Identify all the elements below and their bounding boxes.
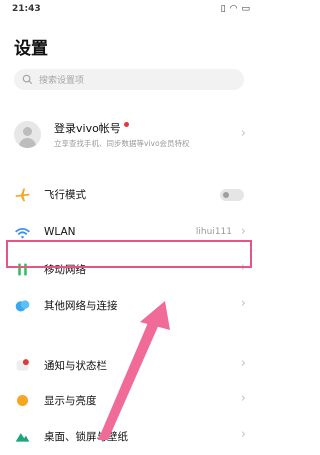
chevron-right-icon: › <box>240 224 246 239</box>
status-icons: ▯ ◠ ▭ <box>221 4 250 14</box>
settings-item-label: 桌面、锁屏与壁纸 <box>44 431 128 443</box>
wallpaper-icon <box>15 433 30 442</box>
page-title: 设置 <box>14 39 48 59</box>
search-icon <box>22 74 33 85</box>
chevron-right-icon: › <box>240 356 246 371</box>
chevron-right-icon: › <box>240 427 246 442</box>
search-input[interactable]: 搜索设置项 <box>14 69 244 90</box>
unread-dot <box>123 122 129 127</box>
settings-item-display-brightness[interactable]: 显示与亮度 › <box>0 385 260 415</box>
airplane-icon <box>15 188 30 202</box>
battery-icon: ▭ <box>241 4 250 14</box>
wifi-status-icon: ◠ <box>229 4 238 14</box>
sim-icon: ▯ <box>220 4 226 14</box>
settings-item-label: 通知与状态栏 <box>44 360 107 372</box>
settings-item-label: 显示与亮度 <box>44 395 97 407</box>
settings-item-airplane-mode[interactable]: 飞行模式 <box>0 179 260 209</box>
notification-icon <box>16 359 29 371</box>
chevron-right-icon: › <box>240 391 246 406</box>
settings-item-label: WLAN <box>44 226 76 238</box>
wlan-network-name: lihui111 <box>195 227 232 237</box>
settings-item-wallpaper[interactable]: 桌面、锁屏与壁纸 › <box>0 421 260 451</box>
brightness-icon <box>16 394 29 407</box>
settings-item-notifications[interactable]: 通知与状态栏 › <box>0 350 260 380</box>
account-title: 登录vivo帐号 <box>54 120 129 136</box>
airplane-mode-toggle[interactable] <box>220 189 244 201</box>
search-placeholder: 搜索设置项 <box>39 76 85 86</box>
settings-item-label: 飞行模式 <box>44 189 86 201</box>
settings-item-other-networks[interactable]: 其他网络与连接 › <box>0 290 260 320</box>
status-time: 21:43 <box>12 4 41 14</box>
account-login-row[interactable]: 登录vivo帐号 立享查找手机、同步数据等vivo会员特权 › <box>0 114 260 156</box>
avatar <box>14 121 41 148</box>
status-bar: 21:43 ▯ ◠ ▭ <box>0 0 260 20</box>
account-subtitle: 立享查找手机、同步数据等vivo会员特权 <box>54 139 190 148</box>
chevron-right-icon: › <box>240 296 246 311</box>
settings-item-label: 其他网络与连接 <box>44 300 118 312</box>
chevron-right-icon: › <box>240 126 246 141</box>
connection-icon <box>15 300 30 312</box>
highlight-box <box>6 240 252 268</box>
